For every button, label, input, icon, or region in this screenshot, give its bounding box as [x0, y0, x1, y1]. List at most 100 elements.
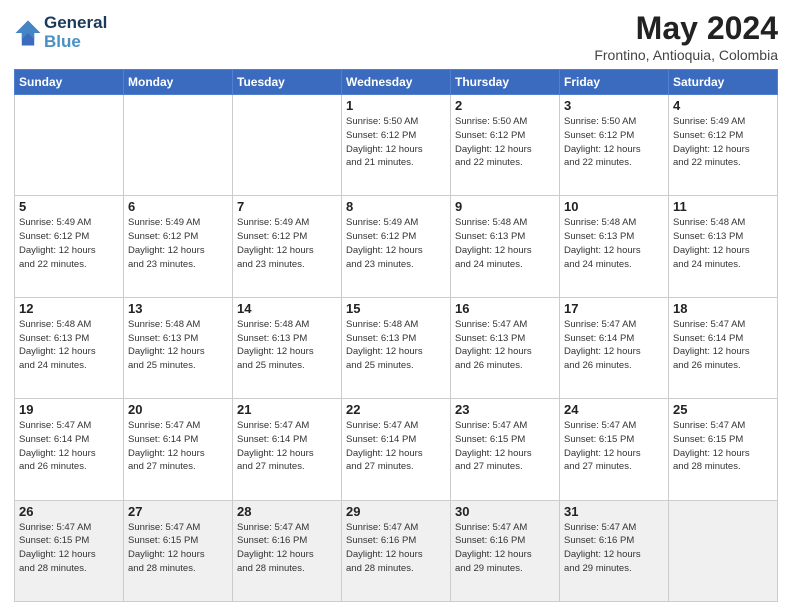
calendar-cell: 31 Sunrise: 5:47 AM Sunset: 6:16 PM Dayli… — [560, 500, 669, 601]
day-info: Sunrise: 5:48 AM Sunset: 6:13 PM Dayligh… — [128, 318, 228, 373]
logo-text-line1: General — [44, 14, 107, 33]
day-number: 28 — [237, 504, 337, 519]
calendar-cell — [124, 95, 233, 196]
calendar-cell: 4Sunrise: 5:49 AM Sunset: 6:12 PM Daylig… — [669, 95, 778, 196]
calendar-cell: 24 Sunrise: 5:47 AM Sunset: 6:15 PM Dayli… — [560, 399, 669, 500]
day-info: Sunrise: 5:48 AM Sunset: 6:13 PM Dayligh… — [19, 318, 119, 373]
day-number: 13 — [128, 301, 228, 316]
calendar-cell: 1 Sunrise: 5:50 AM Sunset: 6:12 PM Daylig… — [342, 95, 451, 196]
day-info: Sunrise: 5:47 AM Sunset: 6:15 PM Dayligh… — [564, 419, 664, 474]
calendar-cell: 15 Sunrise: 5:48 AM Sunset: 6:13 PM Dayli… — [342, 297, 451, 398]
day-info: Sunrise: 5:48 AM Sunset: 6:13 PM Dayligh… — [564, 216, 664, 271]
day-info: Sunrise: 5:48 AM Sunset: 6:13 PM Dayligh… — [673, 216, 773, 271]
calendar-cell: 3 Sunrise: 5:50 AM Sunset: 6:12 PM Daylig… — [560, 95, 669, 196]
day-number: 18 — [673, 301, 773, 316]
day-info: Sunrise: 5:47 AM Sunset: 6:14 PM Dayligh… — [346, 419, 446, 474]
page: General Blue May 2024 Frontino, Antioqui… — [0, 0, 792, 612]
day-number: 10 — [564, 199, 664, 214]
calendar-cell: 13 Sunrise: 5:48 AM Sunset: 6:13 PM Dayli… — [124, 297, 233, 398]
day-number: 21 — [237, 402, 337, 417]
month-title: May 2024 — [594, 10, 778, 47]
day-info: Sunrise: 5:48 AM Sunset: 6:13 PM Dayligh… — [455, 216, 555, 271]
calendar-cell — [15, 95, 124, 196]
calendar-cell: 21 Sunrise: 5:47 AM Sunset: 6:14 PM Dayli… — [233, 399, 342, 500]
calendar-cell: 27 Sunrise: 5:47 AM Sunset: 6:15 PM Dayli… — [124, 500, 233, 601]
calendar-cell — [669, 500, 778, 601]
day-number: 3 — [564, 98, 664, 113]
day-number: 7 — [237, 199, 337, 214]
day-number: 29 — [346, 504, 446, 519]
calendar-cell: 10 Sunrise: 5:48 AM Sunset: 6:13 PM Dayli… — [560, 196, 669, 297]
day-info: Sunrise: 5:47 AM Sunset: 6:16 PM Dayligh… — [237, 521, 337, 576]
day-number: 17 — [564, 301, 664, 316]
calendar-week-row: 19 Sunrise: 5:47 AM Sunset: 6:14 PM Dayli… — [15, 399, 778, 500]
day-number: 9 — [455, 199, 555, 214]
day-number: 19 — [19, 402, 119, 417]
weekday-header-tuesday: Tuesday — [233, 70, 342, 95]
calendar-cell — [233, 95, 342, 196]
calendar-week-row: 5 Sunrise: 5:49 AM Sunset: 6:12 PM Daylig… — [15, 196, 778, 297]
day-info: Sunrise: 5:47 AM Sunset: 6:16 PM Dayligh… — [564, 521, 664, 576]
calendar-cell: 30 Sunrise: 5:47 AM Sunset: 6:16 PM Dayli… — [451, 500, 560, 601]
calendar-cell: 5Sunrise: 5:49 AM Sunset: 6:12 PM Daylig… — [15, 196, 124, 297]
day-number: 22 — [346, 402, 446, 417]
day-info: Sunrise: 5:47 AM Sunset: 6:14 PM Dayligh… — [237, 419, 337, 474]
day-info: Sunrise: 5:47 AM Sunset: 6:15 PM Dayligh… — [673, 419, 773, 474]
calendar-cell: 11Sunrise: 5:48 AM Sunset: 6:13 PM Dayli… — [669, 196, 778, 297]
calendar-cell: 17 Sunrise: 5:47 AM Sunset: 6:14 PM Dayli… — [560, 297, 669, 398]
day-number: 8 — [346, 199, 446, 214]
calendar-week-row: 1 Sunrise: 5:50 AM Sunset: 6:12 PM Daylig… — [15, 95, 778, 196]
day-number: 15 — [346, 301, 446, 316]
day-number: 31 — [564, 504, 664, 519]
calendar-cell: 14Sunrise: 5:48 AM Sunset: 6:13 PM Dayli… — [233, 297, 342, 398]
day-number: 6 — [128, 199, 228, 214]
day-number: 24 — [564, 402, 664, 417]
day-number: 2 — [455, 98, 555, 113]
calendar-cell: 16Sunrise: 5:47 AM Sunset: 6:13 PM Dayli… — [451, 297, 560, 398]
calendar-cell: 25 Sunrise: 5:47 AM Sunset: 6:15 PM Dayli… — [669, 399, 778, 500]
day-info: Sunrise: 5:50 AM Sunset: 6:12 PM Dayligh… — [564, 115, 664, 170]
day-info: Sunrise: 5:47 AM Sunset: 6:15 PM Dayligh… — [128, 521, 228, 576]
calendar-week-row: 12 Sunrise: 5:48 AM Sunset: 6:13 PM Dayli… — [15, 297, 778, 398]
day-number: 16 — [455, 301, 555, 316]
day-number: 30 — [455, 504, 555, 519]
day-info: Sunrise: 5:47 AM Sunset: 6:14 PM Dayligh… — [128, 419, 228, 474]
day-number: 23 — [455, 402, 555, 417]
day-number: 12 — [19, 301, 119, 316]
day-number: 26 — [19, 504, 119, 519]
logo: General Blue — [14, 14, 107, 51]
calendar-cell: 12 Sunrise: 5:48 AM Sunset: 6:13 PM Dayli… — [15, 297, 124, 398]
day-info: Sunrise: 5:47 AM Sunset: 6:16 PM Dayligh… — [455, 521, 555, 576]
logo-text-line2: Blue — [44, 33, 107, 52]
day-info: Sunrise: 5:49 AM Sunset: 6:12 PM Dayligh… — [128, 216, 228, 271]
day-info: Sunrise: 5:47 AM Sunset: 6:14 PM Dayligh… — [673, 318, 773, 373]
day-info: Sunrise: 5:50 AM Sunset: 6:12 PM Dayligh… — [346, 115, 446, 170]
calendar-cell: 18 Sunrise: 5:47 AM Sunset: 6:14 PM Dayli… — [669, 297, 778, 398]
day-info: Sunrise: 5:47 AM Sunset: 6:15 PM Dayligh… — [455, 419, 555, 474]
calendar-cell: 8Sunrise: 5:49 AM Sunset: 6:12 PM Daylig… — [342, 196, 451, 297]
day-number: 5 — [19, 199, 119, 214]
day-number: 14 — [237, 301, 337, 316]
day-info: Sunrise: 5:47 AM Sunset: 6:14 PM Dayligh… — [19, 419, 119, 474]
weekday-header-thursday: Thursday — [451, 70, 560, 95]
day-info: Sunrise: 5:49 AM Sunset: 6:12 PM Dayligh… — [673, 115, 773, 170]
header: General Blue May 2024 Frontino, Antioqui… — [14, 10, 778, 63]
day-info: Sunrise: 5:47 AM Sunset: 6:16 PM Dayligh… — [346, 521, 446, 576]
day-number: 25 — [673, 402, 773, 417]
day-info: Sunrise: 5:47 AM Sunset: 6:15 PM Dayligh… — [19, 521, 119, 576]
title-block: May 2024 Frontino, Antioquia, Colombia — [594, 10, 778, 63]
day-info: Sunrise: 5:48 AM Sunset: 6:13 PM Dayligh… — [346, 318, 446, 373]
calendar-cell: 9 Sunrise: 5:48 AM Sunset: 6:13 PM Daylig… — [451, 196, 560, 297]
day-info: Sunrise: 5:50 AM Sunset: 6:12 PM Dayligh… — [455, 115, 555, 170]
calendar-cell: 20Sunrise: 5:47 AM Sunset: 6:14 PM Dayli… — [124, 399, 233, 500]
day-info: Sunrise: 5:47 AM Sunset: 6:14 PM Dayligh… — [564, 318, 664, 373]
day-number: 1 — [346, 98, 446, 113]
location: Frontino, Antioquia, Colombia — [594, 47, 778, 63]
weekday-header-sunday: Sunday — [15, 70, 124, 95]
day-number: 27 — [128, 504, 228, 519]
weekday-header-wednesday: Wednesday — [342, 70, 451, 95]
calendar-week-row: 26 Sunrise: 5:47 AM Sunset: 6:15 PM Dayli… — [15, 500, 778, 601]
weekday-header-monday: Monday — [124, 70, 233, 95]
weekday-header-friday: Friday — [560, 70, 669, 95]
calendar-cell: 2 Sunrise: 5:50 AM Sunset: 6:12 PM Daylig… — [451, 95, 560, 196]
